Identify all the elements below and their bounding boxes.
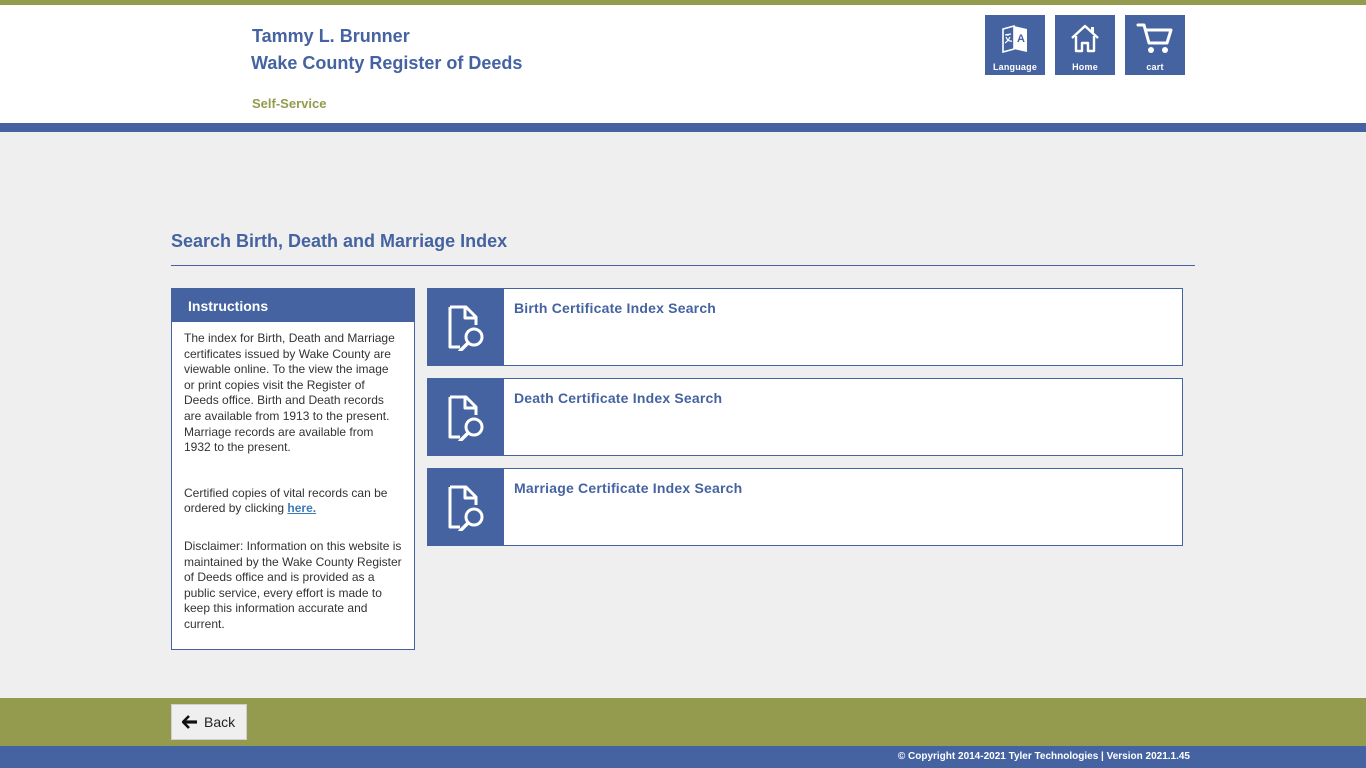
- document-search-icon: [448, 395, 484, 441]
- card-icon-box: [428, 379, 504, 455]
- instructions-body: The index for Birth, Death and Marriage …: [172, 322, 414, 633]
- home-button[interactable]: Home: [1055, 15, 1115, 75]
- cart-icon: [1136, 23, 1173, 53]
- title-divider: [171, 265, 1195, 266]
- header-divider: [0, 123, 1366, 132]
- instructions-paragraph-index: The index for Birth, Death and Marriage …: [184, 331, 395, 455]
- instructions-paragraph-certified: Certified copies of vital records can be…: [184, 486, 402, 517]
- death-search-label: Death Certificate Index Search: [514, 390, 723, 406]
- back-button-label: Back: [204, 714, 236, 730]
- language-icon: A: [1002, 24, 1027, 53]
- org-subtitle: Wake County Register of Deeds: [251, 53, 523, 73]
- home-button-label: Home: [1072, 62, 1098, 72]
- order-here-link[interactable]: here.: [287, 501, 316, 515]
- section-label: Self-Service: [252, 96, 327, 111]
- birth-search-label: Birth Certificate Index Search: [514, 300, 717, 316]
- certified-copies-text: Certified copies of vital records can be…: [184, 485, 388, 516]
- instructions-panel: Instructions The index for Birth, Death …: [171, 288, 415, 650]
- card-icon-box: [428, 289, 504, 365]
- home-icon: [1071, 24, 1099, 53]
- death-certificate-search-card[interactable]: Death Certificate Index Search: [427, 378, 1183, 456]
- instructions-heading: Instructions: [172, 289, 414, 322]
- arrow-left-icon: [182, 715, 197, 729]
- org-name: Tammy L. Brunner: [252, 26, 410, 46]
- document-search-icon: [448, 485, 484, 531]
- language-button-label: Language: [992, 62, 1038, 72]
- birth-certificate-search-card[interactable]: Birth Certificate Index Search: [427, 288, 1183, 366]
- back-button[interactable]: Back: [171, 704, 247, 740]
- language-button[interactable]: A Language: [985, 15, 1045, 75]
- document-search-icon: [448, 305, 484, 351]
- instructions-paragraph-disclaimer: Disclaimer: Information on this website …: [184, 538, 402, 631]
- marriage-search-label: Marriage Certificate Index Search: [514, 480, 743, 496]
- cart-button-label: cart: [1146, 62, 1164, 72]
- card-icon-box: [428, 469, 504, 545]
- marriage-certificate-search-card[interactable]: Marriage Certificate Index Search: [427, 468, 1183, 546]
- copyright-text: © Copyright 2014-2021 Tyler Technologies…: [897, 751, 1190, 762]
- copyright-bar: © Copyright 2014-2021 Tyler Technologies…: [0, 746, 1366, 768]
- page-title: Search Birth, Death and Marriage Index: [171, 231, 508, 251]
- svg-text:A: A: [1017, 33, 1025, 45]
- cart-button[interactable]: cart: [1125, 15, 1185, 75]
